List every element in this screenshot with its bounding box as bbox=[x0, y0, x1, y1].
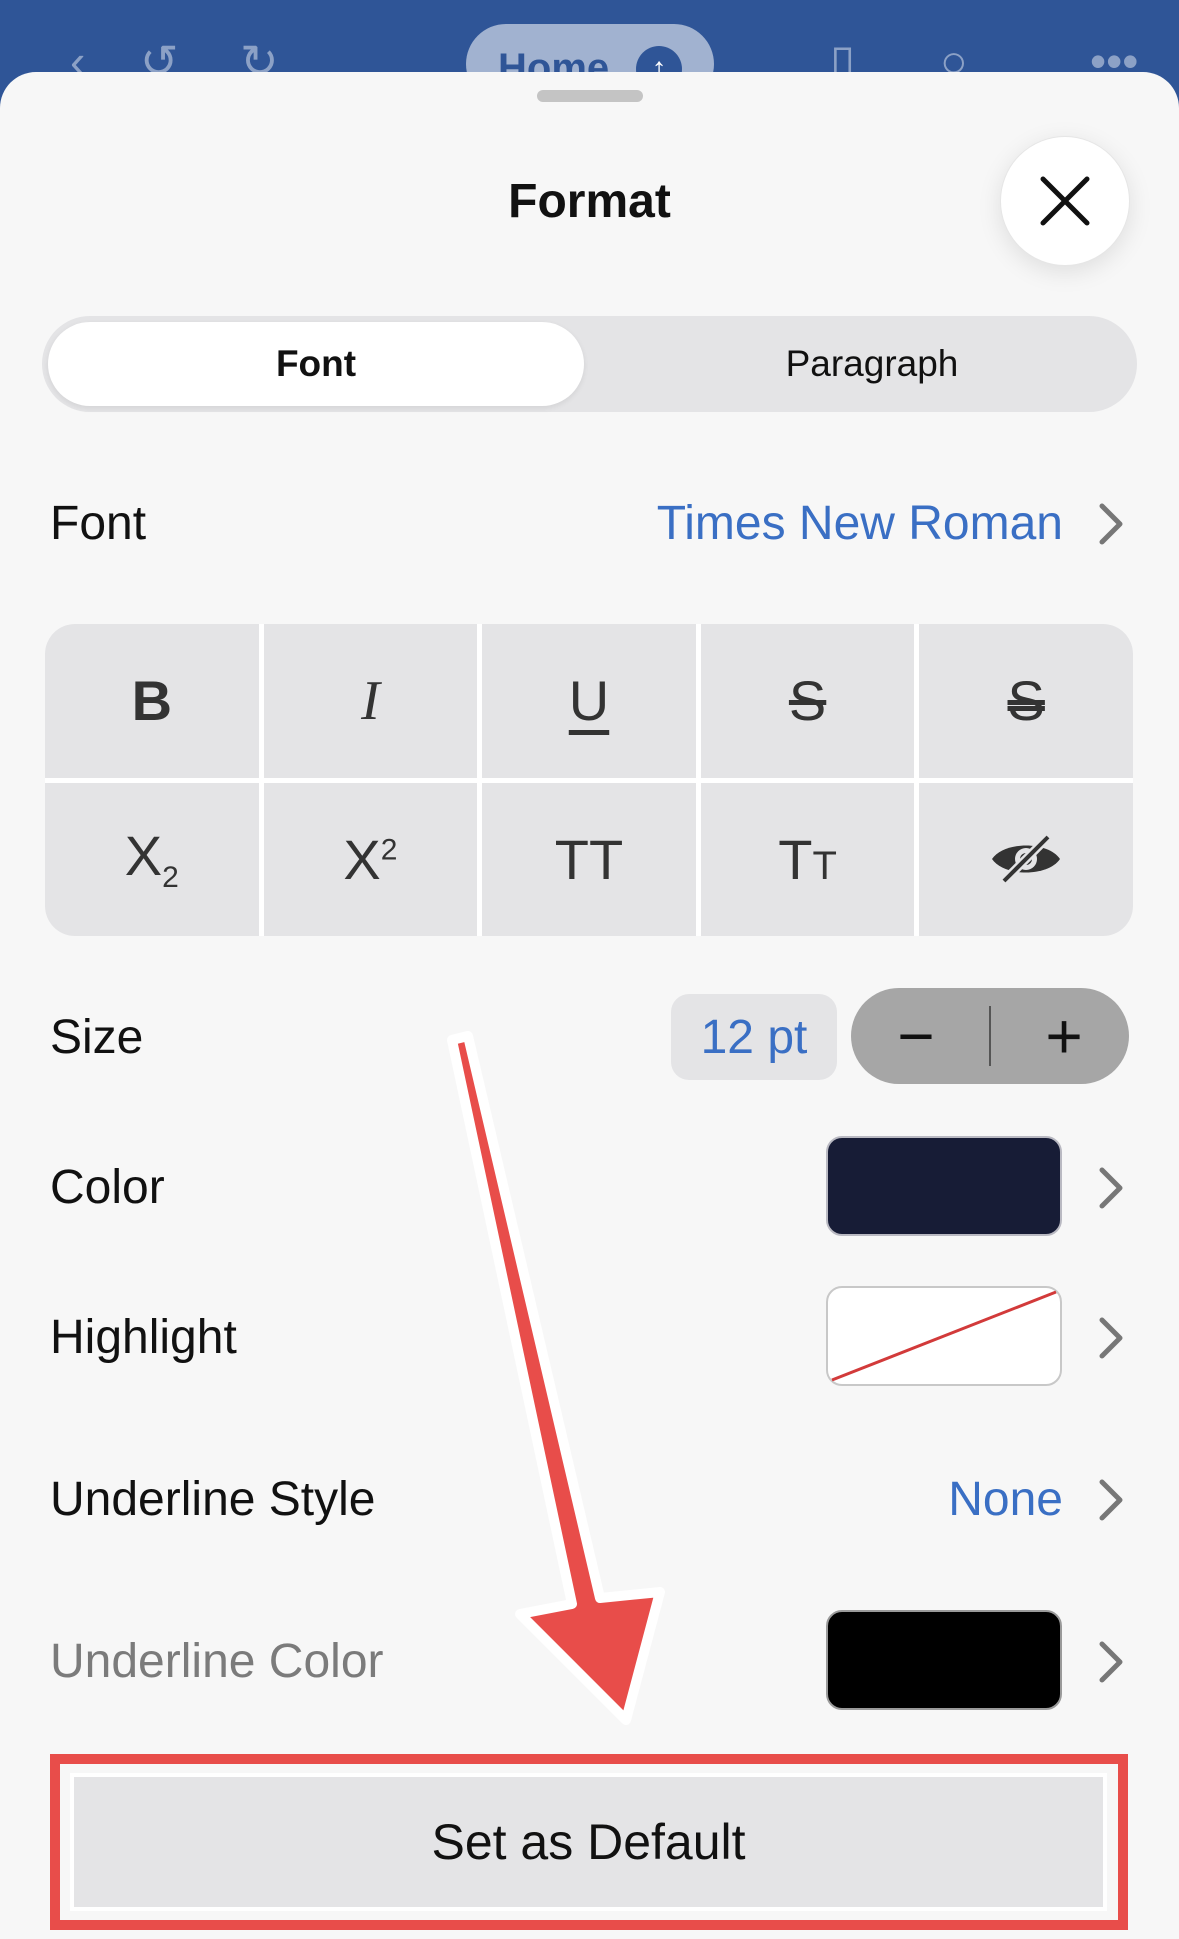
bold-button[interactable]: B bbox=[45, 624, 259, 778]
highlight-label: Highlight bbox=[50, 1311, 237, 1364]
close-icon bbox=[1040, 176, 1090, 226]
underline-icon: U bbox=[568, 669, 610, 733]
size-label: Size bbox=[50, 1011, 144, 1064]
decrease-size-button[interactable]: − bbox=[851, 988, 981, 1084]
small-caps-button[interactable]: TT bbox=[700, 782, 915, 936]
double-strikethrough-icon: S bbox=[1007, 669, 1045, 733]
subscript-icon: X2 bbox=[124, 824, 179, 895]
highlight-color-swatch[interactable] bbox=[826, 1286, 1062, 1386]
underline-style-label: Underline Style bbox=[50, 1473, 376, 1526]
superscript-button[interactable]: X2 bbox=[263, 782, 478, 936]
set-as-default-button[interactable]: Set as Default bbox=[70, 1773, 1107, 1911]
chevron-right-icon[interactable] bbox=[1096, 1640, 1126, 1684]
size-stepper: − + bbox=[851, 988, 1129, 1084]
chevron-right-icon[interactable] bbox=[1096, 1316, 1126, 1360]
all-caps-icon: TT bbox=[554, 827, 624, 891]
small-caps-icon: TT bbox=[778, 827, 837, 891]
strikethrough-icon: S bbox=[788, 669, 827, 733]
tab-font[interactable]: Font bbox=[48, 322, 584, 406]
italic-icon: I bbox=[361, 669, 380, 732]
no-color-slash-icon bbox=[831, 1290, 1057, 1382]
subscript-button[interactable]: X2 bbox=[45, 782, 259, 936]
underline-color-swatch[interactable] bbox=[826, 1610, 1062, 1710]
font-value[interactable]: Times New Roman bbox=[657, 496, 1063, 551]
font-label: Font bbox=[50, 497, 147, 550]
color-label: Color bbox=[50, 1161, 165, 1214]
italic-button[interactable]: I bbox=[263, 624, 478, 778]
tab-paragraph[interactable]: Paragraph bbox=[632, 322, 1112, 406]
hidden-text-button[interactable] bbox=[919, 782, 1133, 936]
all-caps-button[interactable]: TT bbox=[482, 782, 696, 936]
font-paragraph-switcher: Font Paragraph bbox=[42, 316, 1137, 412]
superscript-icon: X2 bbox=[343, 827, 398, 891]
strikethrough-button[interactable]: S bbox=[700, 624, 915, 778]
size-input[interactable]: 12 pt bbox=[671, 994, 837, 1080]
chevron-right-icon[interactable] bbox=[1096, 502, 1126, 546]
underline-color-label: Underline Color bbox=[50, 1635, 384, 1688]
font-color-swatch[interactable] bbox=[826, 1136, 1062, 1236]
underline-style-value[interactable]: None bbox=[948, 1472, 1063, 1527]
close-button[interactable] bbox=[1000, 136, 1130, 266]
increase-size-button[interactable]: + bbox=[999, 988, 1129, 1084]
bold-icon: B bbox=[131, 669, 173, 733]
sheet-grabber[interactable] bbox=[537, 90, 643, 102]
text-style-grid: B I U S S X2 X2 TT TT bbox=[45, 624, 1133, 936]
chevron-right-icon[interactable] bbox=[1096, 1166, 1126, 1210]
chevron-right-icon[interactable] bbox=[1096, 1478, 1126, 1522]
stepper-divider bbox=[989, 1006, 991, 1066]
eye-slash-icon bbox=[992, 834, 1061, 885]
underline-button[interactable]: U bbox=[482, 624, 696, 778]
double-strikethrough-button[interactable]: S bbox=[919, 624, 1133, 778]
